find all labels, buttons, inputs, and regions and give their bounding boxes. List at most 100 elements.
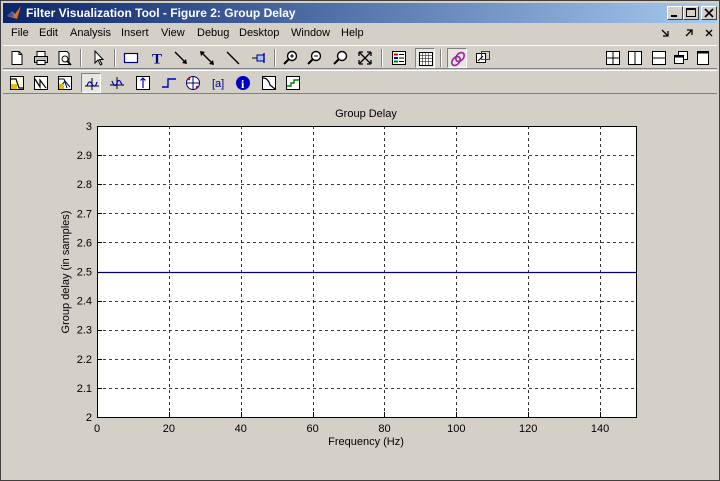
double-arrow-button[interactable]	[197, 48, 217, 68]
figure-toolbar: T	[3, 45, 717, 69]
zoom-fit-icon	[358, 51, 372, 65]
zoom-x-icon	[333, 50, 348, 65]
pin-button[interactable]	[249, 48, 269, 68]
rectangle-icon	[123, 52, 139, 64]
close-figure-icon[interactable]	[701, 25, 717, 41]
menu-edit[interactable]: Edit	[39, 27, 58, 39]
svg-text:T: T	[152, 52, 162, 67]
axes-background	[97, 126, 636, 417]
tile-rows-icon	[652, 51, 666, 65]
menu-file[interactable]: File	[11, 27, 29, 39]
grid-button[interactable]	[415, 48, 435, 68]
new-window-button[interactable]	[473, 48, 493, 68]
x-tick-label: 60	[306, 423, 318, 435]
magnitude-phase-button[interactable]	[55, 73, 75, 93]
magnitude-estimate-button[interactable]	[259, 73, 279, 93]
menu-window[interactable]: Window	[291, 27, 330, 39]
filter-info-icon: i	[236, 76, 250, 91]
figure-window: Filter Visualization Tool - Figure 2: Gr…	[0, 0, 720, 481]
y-tick-label: 3	[86, 121, 92, 133]
y-axis-label: Group delay (in samples)	[60, 211, 72, 334]
menu-bar: File Edit Analysis Insert View Debug Des…	[3, 24, 717, 43]
cascade-button[interactable]	[671, 48, 691, 68]
menu-help[interactable]: Help	[341, 27, 364, 39]
y-tick-label: 2.5	[77, 267, 92, 279]
y-tick-label: 2.4	[77, 296, 92, 308]
new-figure-button[interactable]	[7, 48, 27, 68]
minimize-button[interactable]	[667, 6, 683, 20]
undock-icon[interactable]	[681, 25, 697, 41]
close-icon	[704, 8, 714, 18]
zoom-in-icon	[283, 50, 298, 65]
title-bar[interactable]: Filter Visualization Tool - Figure 2: Gr…	[3, 3, 717, 23]
maximize-icon	[686, 8, 696, 17]
filter-info-button[interactable]: i	[233, 73, 253, 93]
analysis-toolbar: [a] i	[3, 70, 717, 94]
group-delay-plot[interactable]: 0 20 40 60 80 100 120 140 2 2.1 2.2 2.3 2.4 2.5 2.6 2.7…	[3, 97, 717, 478]
toolbar-separator	[114, 49, 116, 67]
zoom-x-button[interactable]	[331, 48, 351, 68]
step-response-button[interactable]	[159, 73, 179, 93]
tile-columns-button[interactable]	[625, 48, 645, 68]
print-icon	[34, 51, 48, 65]
x-axis-label: Frequency (Hz)	[328, 436, 404, 448]
toolbar-separator	[274, 49, 276, 67]
coefficients-button[interactable]: [a]	[209, 73, 229, 93]
legend-icon	[392, 51, 406, 65]
y-tick-label: 2.3	[77, 325, 92, 337]
legend-button[interactable]	[389, 48, 409, 68]
x-tick-label: 40	[235, 423, 247, 435]
phase-response-button[interactable]	[31, 73, 51, 93]
print-button[interactable]	[31, 48, 51, 68]
float-icon	[697, 51, 709, 65]
y-tick-label: 2	[86, 412, 92, 424]
y-tick-label: 2.7	[77, 208, 92, 220]
y-tick-label: 2.9	[77, 150, 92, 162]
text-button[interactable]: T	[147, 48, 167, 68]
phase-delay-button[interactable]	[107, 73, 127, 93]
x-tick-label: 120	[519, 423, 537, 435]
magnitude-estimate-icon	[262, 76, 276, 90]
line-button[interactable]	[223, 48, 243, 68]
pole-zero-button[interactable]	[183, 73, 203, 93]
print-preview-icon	[58, 51, 72, 66]
arrow-button[interactable]	[171, 48, 191, 68]
link-icon	[451, 51, 465, 67]
float-button[interactable]	[693, 48, 713, 68]
dock-icon[interactable]	[657, 25, 673, 41]
zoom-out-icon	[307, 50, 322, 65]
rectangle-button[interactable]	[121, 48, 141, 68]
cascade-icon	[674, 51, 688, 64]
impulse-response-button[interactable]	[133, 73, 153, 93]
menu-debug[interactable]: Debug	[197, 27, 229, 39]
select-arrow-icon	[94, 50, 105, 66]
link-button[interactable]	[447, 48, 467, 68]
maximize-button[interactable]	[683, 6, 699, 20]
tile-rows-button[interactable]	[649, 48, 669, 68]
menu-analysis[interactable]: Analysis	[70, 27, 111, 39]
menu-view[interactable]: View	[161, 27, 185, 39]
menu-desktop[interactable]: Desktop	[239, 27, 279, 39]
group-delay-button[interactable]	[81, 73, 101, 93]
toolbar-separator	[381, 49, 383, 67]
pin-icon	[252, 53, 265, 63]
tile-grid-button[interactable]	[603, 48, 623, 68]
chart-title: Group Delay	[335, 108, 397, 120]
line-icon	[226, 51, 240, 65]
grid-icon	[419, 52, 433, 66]
close-button[interactable]	[701, 6, 717, 20]
magnitude-response-button[interactable]	[7, 73, 27, 93]
zoom-out-button[interactable]	[305, 48, 325, 68]
zoom-fit-button[interactable]	[355, 48, 375, 68]
toolbar-separator	[80, 49, 82, 67]
x-tick-label: 20	[163, 423, 175, 435]
menu-insert[interactable]: Insert	[121, 27, 149, 39]
figure-canvas: 0 20 40 60 80 100 120 140 2 2.1 2.2 2.3 2.4 2.5 2.6 2.7…	[3, 97, 717, 478]
select-button[interactable]	[89, 48, 109, 68]
zoom-in-button[interactable]	[281, 48, 301, 68]
print-preview-button[interactable]	[55, 48, 75, 68]
pole-zero-icon	[186, 76, 200, 90]
new-figure-icon	[11, 51, 23, 65]
noise-psd-button[interactable]	[283, 73, 303, 93]
matlab-logo-icon	[7, 6, 21, 19]
